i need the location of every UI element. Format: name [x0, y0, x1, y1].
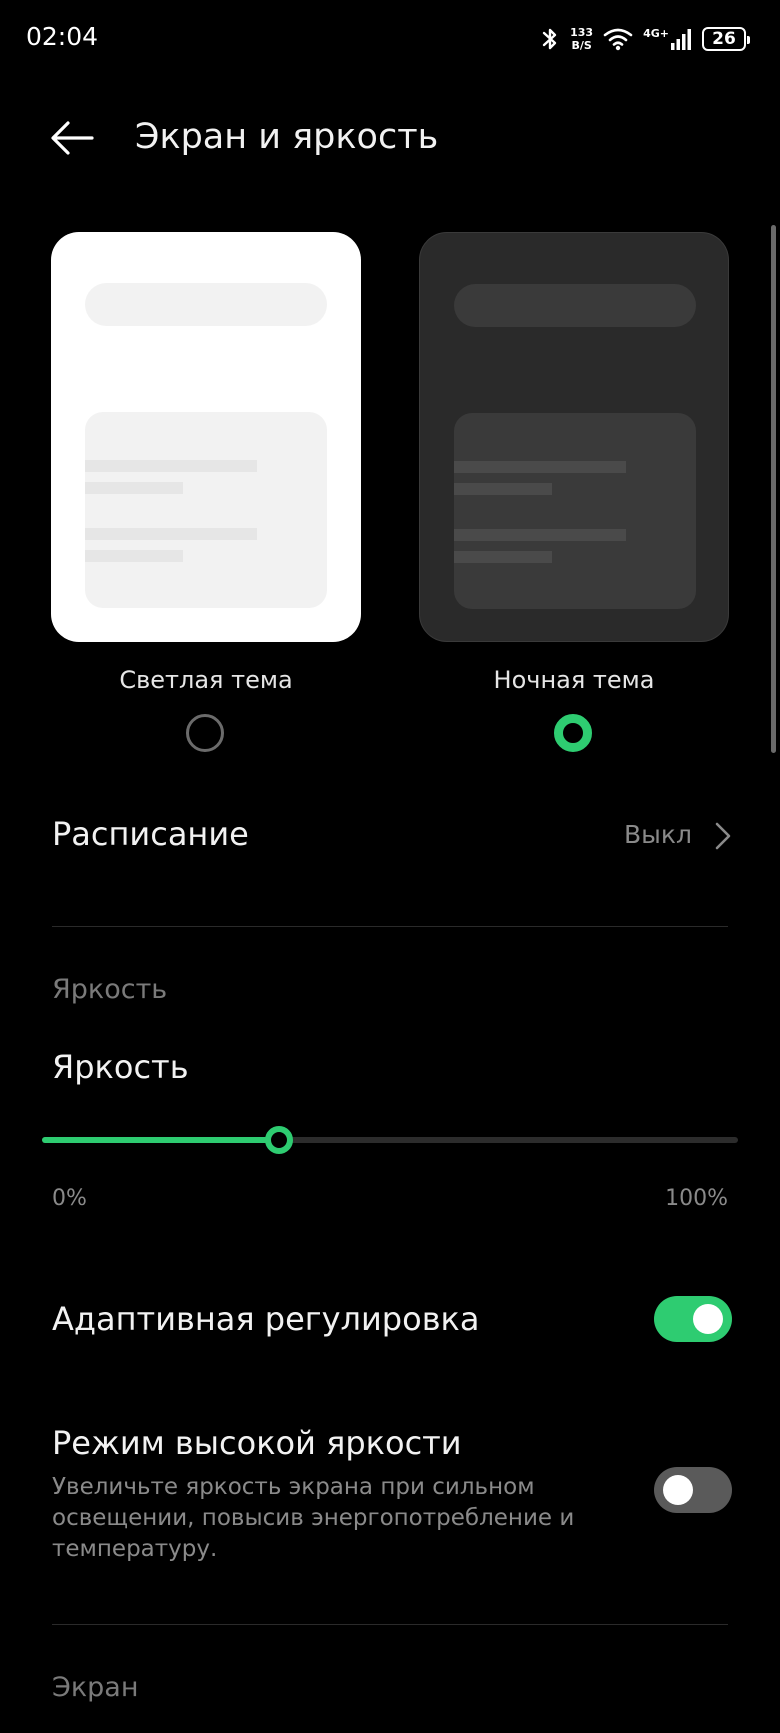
- toggle-knob: [663, 1475, 693, 1505]
- preview-text-line: [85, 482, 183, 494]
- back-arrow-icon: [51, 121, 94, 155]
- brightness-slider-fill: [42, 1137, 279, 1143]
- brightness-max-label: 100%: [665, 1186, 728, 1211]
- brightness-min-label: 0%: [52, 1186, 87, 1211]
- divider: [52, 1624, 728, 1625]
- dark-theme-radio[interactable]: [554, 714, 592, 752]
- brightness-label: Яркость: [52, 1048, 189, 1086]
- brightness-slider[interactable]: [42, 1126, 738, 1154]
- preview-text-line: [454, 461, 626, 473]
- screen-section-header: Экран: [52, 1672, 139, 1703]
- dark-theme-label: Ночная тема: [493, 666, 655, 694]
- preview-text-line: [85, 550, 183, 562]
- signal-icon: 4G+: [643, 27, 692, 51]
- signal-bars-icon: [671, 29, 691, 50]
- high-brightness-description: Увеличьте яркость экрана при сильном осв…: [52, 1474, 575, 1562]
- preview-search-bar: [85, 283, 327, 326]
- dark-theme-preview[interactable]: [419, 232, 729, 642]
- network-type: 4G+: [643, 27, 669, 40]
- status-time: 02:04: [26, 22, 99, 51]
- light-theme-preview[interactable]: [51, 232, 361, 642]
- preview-text-line: [454, 529, 626, 541]
- divider: [52, 926, 728, 927]
- preview-text-line: [85, 528, 257, 540]
- light-theme-radio[interactable]: [186, 714, 224, 752]
- preview-text-line: [454, 483, 552, 495]
- preview-search-bar: [454, 284, 696, 327]
- adaptive-brightness-toggle[interactable]: [654, 1296, 732, 1342]
- bluetooth-icon: [542, 28, 557, 50]
- high-brightness-toggle[interactable]: [654, 1467, 732, 1513]
- preview-content-panel: [454, 413, 696, 609]
- back-button[interactable]: [46, 112, 98, 164]
- brightness-slider-thumb[interactable]: [264, 1126, 293, 1154]
- schedule-value: Выкл: [624, 820, 692, 849]
- status-icons: 133 B/S 4G+ 26: [540, 22, 750, 56]
- chevron-right-icon: [715, 822, 731, 850]
- adaptive-brightness-label: Адаптивная регулировка: [52, 1300, 480, 1338]
- network-speed-value: 133: [570, 26, 594, 39]
- preview-content-panel: [85, 412, 327, 608]
- page-title: Экран и яркость: [135, 117, 439, 157]
- high-brightness-label: Режим высокой яркости: [52, 1424, 462, 1462]
- battery-level: 26: [712, 29, 736, 49]
- network-speed-unit: B/S: [571, 39, 592, 52]
- brightness-section-header: Яркость: [52, 974, 168, 1005]
- wifi-icon: [603, 28, 633, 51]
- light-theme-label: Светлая тема: [119, 666, 293, 694]
- preview-text-line: [85, 460, 257, 472]
- toggle-knob: [693, 1304, 723, 1334]
- preview-text-line: [454, 551, 552, 563]
- network-speed: 133 B/S: [570, 26, 593, 52]
- scrollbar[interactable]: [771, 225, 776, 753]
- battery-icon: 26: [702, 27, 750, 51]
- schedule-label: Расписание: [52, 815, 249, 853]
